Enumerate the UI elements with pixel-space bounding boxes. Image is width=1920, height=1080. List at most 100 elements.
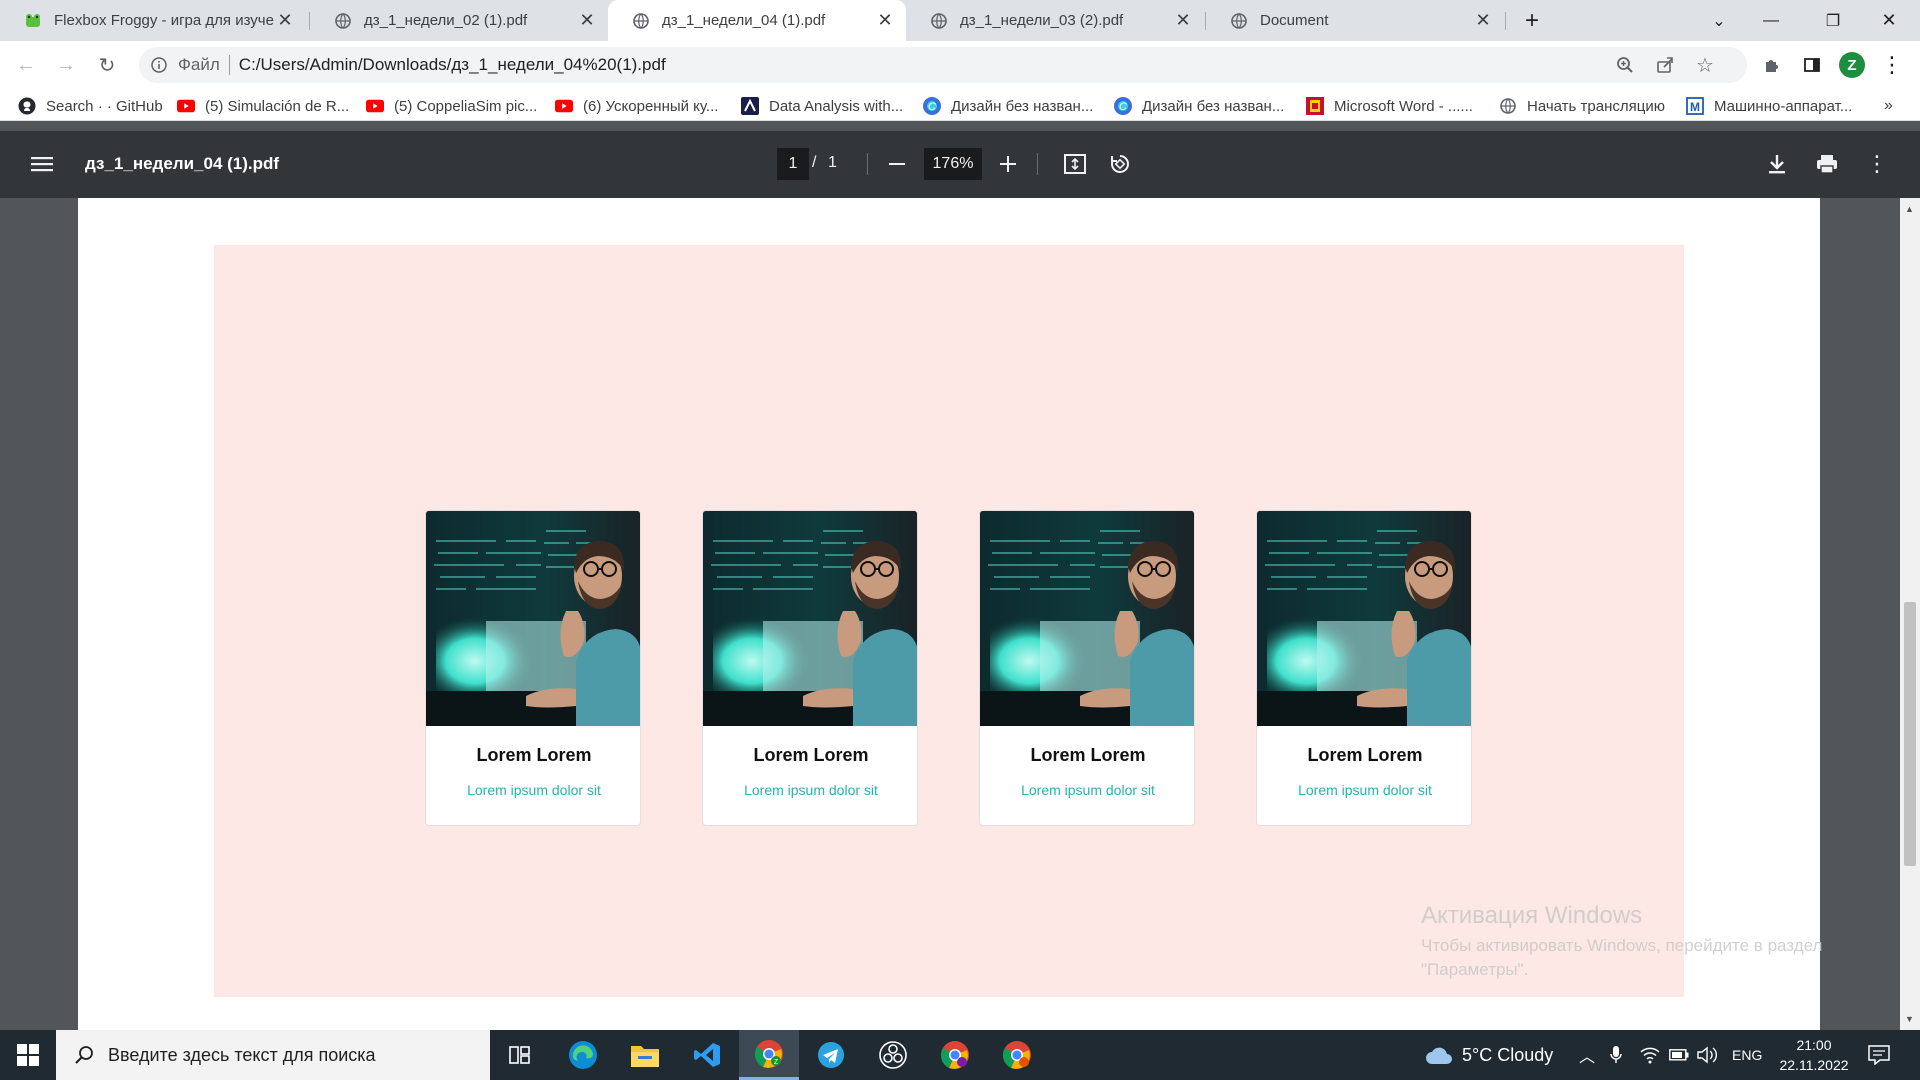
rotate-icon[interactable] <box>1104 148 1136 180</box>
new-tab-button[interactable]: + <box>1508 0 1556 41</box>
tab-homework-03[interactable]: дз_1_недели_03 (2).pdf ✕ <box>906 0 1204 41</box>
tab-document[interactable]: Document ✕ <box>1206 0 1504 41</box>
clock[interactable]: 21:00 22.11.2022 <box>1770 1030 1858 1080</box>
volume-icon[interactable] <box>1697 1030 1719 1080</box>
close-tab-icon[interactable]: ✕ <box>1174 10 1192 31</box>
zoom-out-button[interactable] <box>881 148 913 180</box>
card-subtitle: Lorem ipsum dolor sit <box>1298 782 1432 798</box>
address-bar[interactable]: Файл C:/Users/Admin/Downloads/дз_1_недел… <box>139 47 1747 83</box>
telegram-icon[interactable] <box>801 1030 861 1080</box>
obs-studio-icon[interactable] <box>863 1030 923 1080</box>
pdf-viewport[interactable]: Lorem Lorem Lorem ipsum dolor sit Lorem … <box>0 198 1920 1030</box>
browser-toolbar: ← → ↻ Файл C:/Users/Admin/Downloads/дз_1… <box>0 41 1920 90</box>
tab-divider <box>1505 12 1506 30</box>
zoom-level-input[interactable]: 176% <box>924 148 982 180</box>
close-tab-icon[interactable]: ✕ <box>876 10 894 31</box>
scrollbar-thumb[interactable] <box>1904 602 1916 866</box>
print-icon[interactable] <box>1811 148 1843 180</box>
back-button[interactable]: ← <box>10 49 42 81</box>
extensions-puzzle-icon[interactable] <box>1756 49 1788 81</box>
bookmark-coppeliasim[interactable]: (5) CoppeliaSim pic... <box>366 94 537 118</box>
close-tab-icon[interactable]: ✕ <box>276 10 294 31</box>
chrome-profile-icon[interactable] <box>925 1030 985 1080</box>
minimize-button[interactable]: — <box>1748 0 1794 41</box>
side-panel-icon[interactable] <box>1796 49 1828 81</box>
taskbar-search-box[interactable]: Введите здесь текст для поиска <box>56 1030 490 1080</box>
card-subtitle: Lorem ipsum dolor sit <box>744 782 878 798</box>
total-pages: 1 <box>828 154 837 171</box>
bookmark-start-broadcast[interactable]: Начать трансляцию <box>1499 94 1665 118</box>
close-tab-icon[interactable]: ✕ <box>1474 10 1492 31</box>
microphone-icon[interactable] <box>1610 1030 1622 1080</box>
pdf-menu-icon[interactable] <box>26 148 58 180</box>
tab-search-chevron-icon[interactable]: ⌄ <box>1696 0 1742 41</box>
bookmark-uskorenny-kurs[interactable]: (6) Ускоренный ку... <box>555 94 718 118</box>
zoom-in-button[interactable] <box>992 148 1024 180</box>
forward-button[interactable]: → <box>50 49 82 81</box>
page-number-input[interactable]: 1 <box>777 148 809 180</box>
scroll-up-arrow-icon[interactable]: ▲ <box>1905 204 1914 214</box>
vscode-icon[interactable] <box>677 1030 737 1080</box>
bookmark-label: Дизайн без назван... <box>1142 97 1285 115</box>
search-placeholder: Введите здесь текст для поиска <box>108 1044 376 1065</box>
download-icon[interactable] <box>1761 148 1793 180</box>
profile-card: Lorem Lorem Lorem ipsum dolor sit <box>979 510 1195 826</box>
bookmark-github-search[interactable]: Search · · GitHub <box>18 94 163 118</box>
youtube-icon <box>366 97 384 115</box>
close-window-button[interactable]: ✕ <box>1866 0 1912 41</box>
word-doc-icon <box>1306 97 1324 115</box>
pdf-more-options-icon[interactable]: ⋮ <box>1861 148 1893 180</box>
svg-text:M: M <box>1690 100 1700 114</box>
network-icon[interactable] <box>1640 1030 1660 1080</box>
bookmark-microsoft-word[interactable]: Microsoft Word - ...... <box>1306 94 1473 118</box>
reload-button[interactable]: ↻ <box>91 49 123 81</box>
fit-to-page-icon[interactable] <box>1059 148 1091 180</box>
globe-icon <box>1499 97 1517 115</box>
bookmark-label: Дизайн без назван... <box>951 97 1094 115</box>
notifications-icon[interactable] <box>1868 1030 1890 1080</box>
input-language[interactable]: ENG <box>1732 1030 1762 1080</box>
chrome-active-app-icon[interactable]: Z <box>739 1030 799 1080</box>
show-hidden-icons-chevron-icon[interactable]: ︿ <box>1579 1030 1595 1080</box>
info-icon[interactable] <box>149 55 169 75</box>
youtube-icon <box>177 97 195 115</box>
file-explorer-icon[interactable] <box>615 1030 675 1080</box>
bookmarks-bar: Search · · GitHub (5) Simulación de R...… <box>0 90 1920 121</box>
scroll-down-arrow-icon[interactable]: ▼ <box>1905 1014 1914 1024</box>
tab-homework-02[interactable]: дз_1_недели_02 (1).pdf ✕ <box>310 0 608 41</box>
bookmark-data-analysis[interactable]: Data Analysis with... <box>741 94 903 118</box>
toolbar-divider <box>1037 153 1038 175</box>
edge-browser-icon[interactable] <box>553 1030 613 1080</box>
weather-widget[interactable]: 5°C Cloudy <box>1424 1030 1553 1080</box>
zoom-icon[interactable] <box>1607 47 1643 83</box>
tab-flexbox-froggy[interactable]: Flexbox Froggy - игра для изуче ✕ <box>0 0 306 41</box>
windows-start-button[interactable] <box>0 1030 56 1080</box>
svg-text:C: C <box>1119 101 1127 113</box>
battery-icon[interactable] <box>1669 1030 1689 1080</box>
bookmark-star-icon[interactable]: ☆ <box>1687 47 1723 83</box>
tab-title: дз_1_недели_03 (2).pdf <box>960 12 1124 29</box>
tab-title: Flexbox Froggy - игра для изуче <box>54 12 274 29</box>
task-view-icon[interactable] <box>490 1030 550 1080</box>
tab-title: Document <box>1260 12 1329 29</box>
profile-avatar[interactable]: Z <box>1836 49 1868 81</box>
tab-title: дз_1_недели_04 (1).pdf <box>662 12 826 29</box>
vertical-scrollbar[interactable]: ▲ ▼ <box>1900 198 1920 1030</box>
cloud-icon <box>1424 1045 1454 1065</box>
close-tab-icon[interactable]: ✕ <box>578 10 596 31</box>
browser-menu-icon[interactable]: ⋮ <box>1876 49 1908 81</box>
restore-button[interactable]: ❐ <box>1810 0 1856 41</box>
tab-homework-04[interactable]: дз_1_недели_04 (1).pdf ✕ <box>608 0 906 41</box>
bookmark-machine-hardware[interactable]: M Машинно-аппарат... <box>1686 94 1852 118</box>
bookmark-simulacion[interactable]: (5) Simulación de R... <box>177 94 349 118</box>
globe-icon <box>1230 12 1248 30</box>
browser-tab-strip: Flexbox Froggy - игра для изуче ✕ дз_1_н… <box>0 0 1920 41</box>
url-text: C:/Users/Admin/Downloads/дз_1_недели_04%… <box>238 55 666 74</box>
search-icon <box>74 1045 94 1065</box>
bookmark-label: (5) CoppeliaSim pic... <box>394 97 538 115</box>
share-icon[interactable] <box>1647 47 1683 83</box>
chrome-profile-icon[interactable] <box>987 1030 1047 1080</box>
bookmarks-overflow-button[interactable]: » <box>1884 94 1893 118</box>
bookmark-canva-design-2[interactable]: C Дизайн без назван... <box>1114 94 1284 118</box>
bookmark-canva-design-1[interactable]: C Дизайн без назван... <box>923 94 1093 118</box>
